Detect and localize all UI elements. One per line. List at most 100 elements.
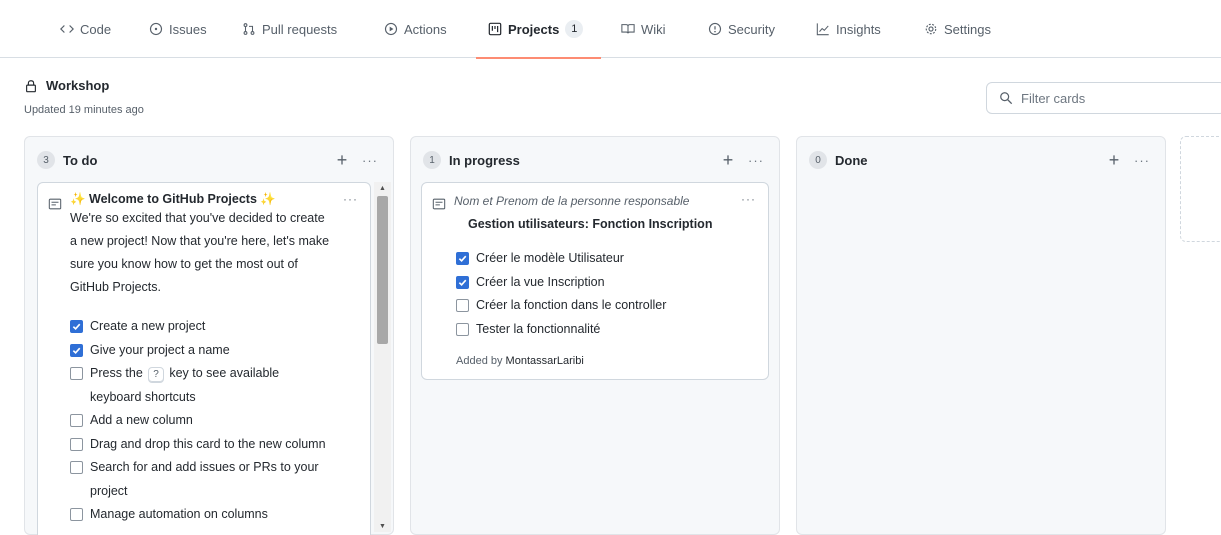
task-checkbox[interactable] <box>70 508 83 521</box>
tab-label: Projects <box>508 21 560 37</box>
tab-label: Actions <box>404 21 447 37</box>
note-icon <box>432 198 446 210</box>
lock-icon <box>26 79 36 92</box>
task-item: Manage automation on columns <box>70 503 332 527</box>
tab-actions[interactable]: Actions <box>384 0 447 58</box>
filter-cards-input[interactable] <box>1021 90 1211 106</box>
note-title: ✨ Welcome to GitHub Projects ✨ <box>70 192 276 206</box>
task-text: Tester la fonctionnalité <box>476 321 601 336</box>
tab-insights[interactable]: Insights <box>816 0 881 58</box>
column-card-count: 1 <box>423 151 441 169</box>
task-text: Search for and add issues or PRs to your… <box>90 460 319 498</box>
issue-opened-icon <box>149 22 163 36</box>
add-card-button[interactable]: + <box>719 151 737 169</box>
tab-code[interactable]: Code <box>60 0 111 58</box>
task-text: Créer le modèle Utilisateur <box>476 251 624 265</box>
check-icon <box>72 347 81 354</box>
column-done: 0 Done + ··· <box>796 136 1166 535</box>
column-in-progress: 1 In progress + ··· ··· Nom et Prenom de… <box>410 136 780 535</box>
tab-label: Code <box>80 21 112 37</box>
tab-label: Insights <box>836 21 881 37</box>
task-checkbox[interactable] <box>70 343 83 357</box>
task-checkbox[interactable] <box>456 252 469 265</box>
task-text: Manage automation on columns <box>90 507 268 521</box>
book-icon <box>621 24 635 34</box>
code-icon <box>60 25 74 33</box>
task-checkbox[interactable] <box>70 367 83 380</box>
add-card-button[interactable]: + <box>333 151 351 169</box>
task-item: Drag and drop this card to the new colum… <box>70 433 332 457</box>
task-text: Create a new project <box>90 319 206 333</box>
project-name: Workshop <box>46 78 110 93</box>
task-checkbox[interactable] <box>70 437 83 451</box>
column-menu-button[interactable]: ··· <box>745 153 767 168</box>
note-icon <box>48 198 62 210</box>
check-icon <box>72 323 81 331</box>
task-checkbox[interactable] <box>70 414 83 427</box>
note-body: We're so excited that you've decided to … <box>70 211 330 294</box>
tab-issues[interactable]: Issues <box>149 0 207 58</box>
add-column-placeholder[interactable] <box>1180 136 1221 242</box>
card-added-by: Added by MontassarLaribi <box>456 355 584 367</box>
column-title: Done <box>835 152 868 168</box>
column-card-count: 0 <box>809 151 827 169</box>
column-to-do: 3 To do + ··· ··· ✨ Welcome to GitHub Pr… <box>24 136 394 535</box>
task-item: Créer la vue Inscription <box>456 271 756 295</box>
column-header: 1 In progress + ··· <box>423 149 767 171</box>
play-icon <box>384 22 398 36</box>
check-icon <box>458 255 467 263</box>
task-checkbox[interactable] <box>70 461 83 474</box>
project-updated-text: Updated 19 minutes ago <box>24 104 144 116</box>
task-list: Create a new project Give your project a… <box>70 315 332 527</box>
note-card[interactable]: ··· Nom et Prenom de la personne respons… <box>421 182 769 380</box>
task-item: Press the ? key to see available keyboar… <box>70 362 332 409</box>
tab-label: Settings <box>944 21 991 37</box>
column-menu-button[interactable]: ··· <box>359 153 381 168</box>
tab-projects[interactable]: Projects 1 <box>475 0 602 59</box>
column-title: To do <box>63 152 98 168</box>
projects-counter: 1 <box>565 20 584 38</box>
project-icon <box>488 22 502 36</box>
task-checkbox[interactable] <box>70 320 83 333</box>
author-link[interactable]: MontassarLaribi <box>506 355 584 367</box>
tab-label: Wiki <box>641 21 666 37</box>
task-text: Press the ? key to see available keyboar… <box>90 366 280 404</box>
task-text: Add a new column <box>90 413 193 427</box>
tab-wiki[interactable]: Wiki <box>621 0 666 58</box>
note-content: ✨ Welcome to GitHub Projects ✨ We're so … <box>70 192 330 299</box>
task-item: Créer la fonction dans le controller <box>456 294 756 318</box>
column-scrollbar[interactable]: ▲ ▼ <box>374 182 391 532</box>
scrollbar-thumb[interactable] <box>377 196 388 344</box>
project-title: Workshop <box>24 78 109 93</box>
shield-icon <box>708 22 722 36</box>
repo-tab-nav: Code Issues Pull requests Actions Projec… <box>0 0 1221 59</box>
task-item: Add a new column <box>70 409 332 433</box>
tab-settings[interactable]: Settings <box>924 0 991 58</box>
task-list: Créer le modèle Utilisateur Créer la vue… <box>456 247 756 341</box>
task-checkbox[interactable] <box>456 275 469 289</box>
task-item: Tester la fonctionnalité <box>456 318 756 342</box>
task-item: Créer le modèle Utilisateur <box>456 247 756 271</box>
note-title: Gestion utilisateurs: Fonction Inscripti… <box>468 217 713 231</box>
tab-security[interactable]: Security <box>708 0 775 58</box>
tab-pull-requests[interactable]: Pull requests <box>242 0 337 58</box>
filter-cards-field[interactable] <box>986 82 1221 114</box>
tab-label: Security <box>728 21 775 37</box>
search-icon <box>1000 92 1013 105</box>
check-icon <box>458 279 467 286</box>
note-card[interactable]: ··· ✨ Welcome to GitHub Projects ✨ We're… <box>37 182 371 535</box>
column-menu-button[interactable]: ··· <box>1131 153 1153 168</box>
task-item: Give your project a name <box>70 339 332 363</box>
graph-icon <box>816 23 829 36</box>
task-checkbox[interactable] <box>456 299 469 312</box>
scroll-up-arrow[interactable]: ▲ <box>374 182 391 194</box>
card-menu-button[interactable]: ··· <box>343 192 358 206</box>
scroll-down-arrow[interactable]: ▼ <box>374 520 391 532</box>
add-card-button[interactable]: + <box>1105 151 1123 169</box>
column-header: 0 Done + ··· <box>809 149 1153 171</box>
column-title: In progress <box>449 152 520 168</box>
column-header: 3 To do + ··· <box>37 149 381 171</box>
task-text: Créer la vue Inscription <box>476 274 605 289</box>
task-checkbox[interactable] <box>456 322 469 336</box>
task-text: Drag and drop this card to the new colum… <box>90 436 326 451</box>
